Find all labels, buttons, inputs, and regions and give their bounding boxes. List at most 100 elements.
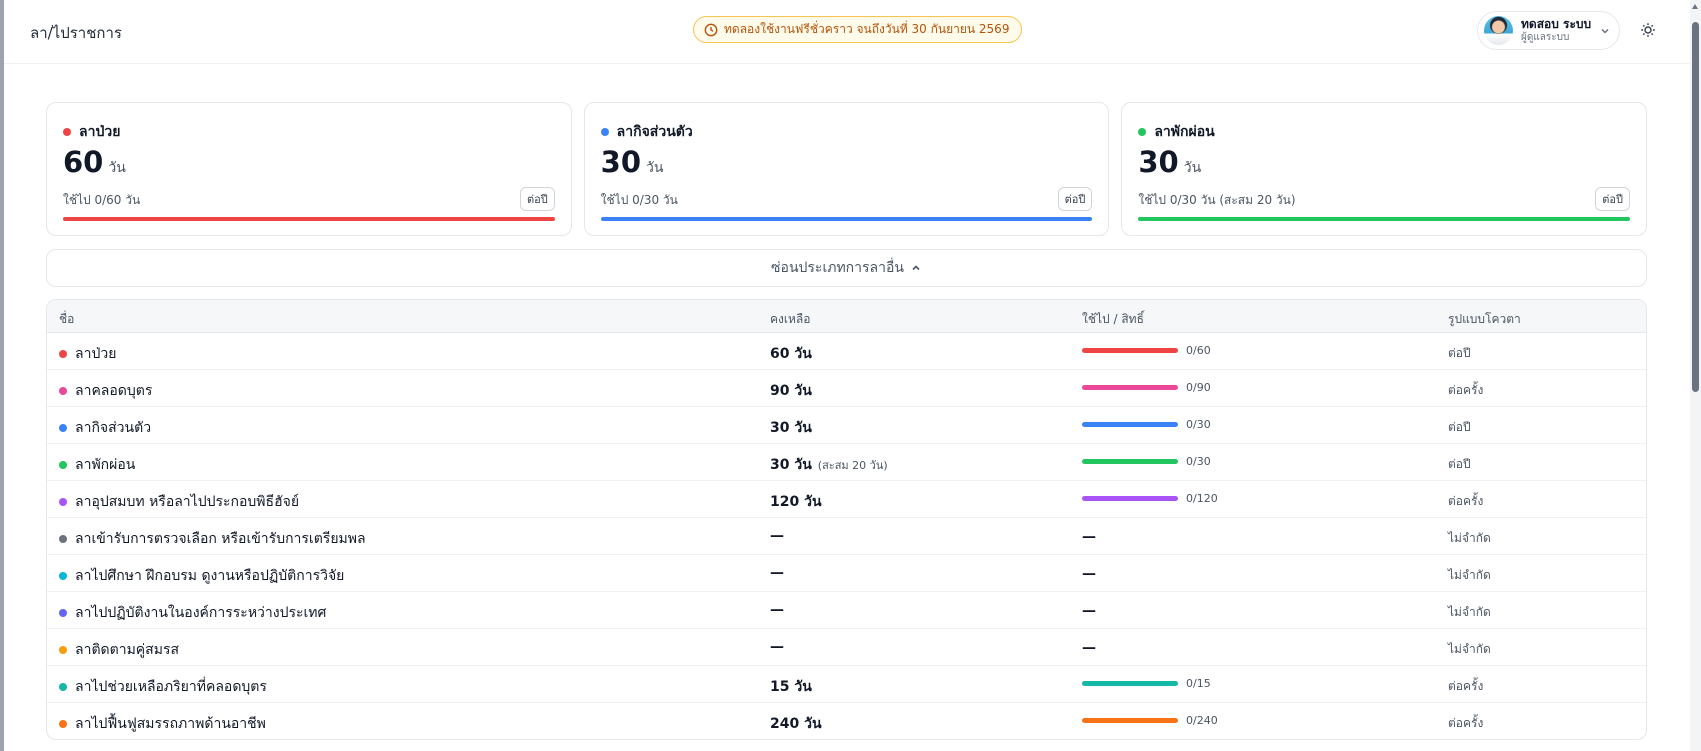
usage-value: 0/120 bbox=[1186, 492, 1218, 505]
table-row[interactable]: ลากิจส่วนตัว 30 วัน 0/30 ต่อปี bbox=[47, 407, 1646, 444]
header-usage: ใช้ไป / สิทธิ์ bbox=[1082, 312, 1144, 326]
scroll-up-arrow[interactable] bbox=[1692, 4, 1698, 9]
table-row[interactable]: ลาไปปฏิบัติงานในองค์การระหว่างประเทศ — —… bbox=[47, 592, 1646, 629]
usage-value: 0/15 bbox=[1186, 677, 1211, 690]
header-remaining: คงเหลือ bbox=[770, 312, 811, 326]
user-menu-button[interactable]: ทดสอบ ระบบ ผู้ดูแลระบบ bbox=[1477, 11, 1620, 50]
user-role: ผู้ดูแลระบบ bbox=[1521, 31, 1570, 43]
chevron-down-icon bbox=[1601, 28, 1609, 34]
remaining-value: 120 วัน bbox=[770, 494, 822, 510]
leave-type-name: ลาพักผ่อน bbox=[75, 457, 136, 473]
table-row[interactable]: ลาพักผ่อน 30 วัน (สะสม 20 วัน) 0/30 ต่อปี bbox=[47, 444, 1646, 481]
leave-card-unit: วัน bbox=[108, 160, 126, 176]
usage-value: 0/240 bbox=[1186, 714, 1218, 727]
leave-card-name: ลากิจส่วนตัว bbox=[616, 124, 693, 140]
leave-card-value: 30 bbox=[1138, 145, 1179, 179]
leave-card: ลาพักผ่อน 30 วัน ใช้ไป 0/30 วัน (สะสม 20… bbox=[1121, 102, 1648, 236]
usage-value: 0/60 bbox=[1186, 344, 1211, 357]
leave-color-dot bbox=[59, 535, 67, 543]
leave-type-name: ลาไปช่วยเหลือภริยาที่คลอดบุตร bbox=[75, 679, 267, 695]
leave-types-table: ชื่อ คงเหลือ ใช้ไป / สิทธิ์ รูปแบบโควตา … bbox=[46, 299, 1647, 740]
leave-card: ลากิจส่วนตัว 30 วัน ใช้ไป 0/30 วัน ต่อปี bbox=[583, 102, 1110, 236]
chevron-up-icon bbox=[912, 265, 920, 271]
table-row[interactable]: ลาคลอดบุตร 90 วัน 0/90 ต่อครั้ง bbox=[47, 370, 1646, 407]
window-left-edge bbox=[0, 0, 4, 751]
quota-type: ไม่จำกัด bbox=[1448, 642, 1491, 656]
quota-type: ต่อครั้ง bbox=[1448, 679, 1484, 693]
quota-type: ต่อครั้ง bbox=[1448, 494, 1484, 508]
usage-value: 0/90 bbox=[1186, 381, 1211, 394]
quota-badge: ต่อปี bbox=[1057, 187, 1093, 211]
leave-type-name: ลาไปฟื้นฟูสมรรถภาพด้านอาชีพ bbox=[75, 716, 266, 732]
table-row[interactable]: ลาเข้ารับการตรวจเลือก หรือเข้ารับการเตรี… bbox=[47, 518, 1646, 555]
remaining-value: 240 วัน bbox=[770, 716, 822, 732]
quota-type: ต่อครั้ง bbox=[1448, 716, 1484, 730]
leave-color-dot bbox=[59, 572, 67, 580]
usage-bar bbox=[1082, 348, 1178, 353]
table-row[interactable]: ลาติดตามคู่สมรส — — ไม่จำกัด bbox=[47, 629, 1646, 666]
leave-card-progress-bar bbox=[1138, 217, 1631, 221]
leave-card-unit: วัน bbox=[646, 160, 664, 176]
leave-card-used: ใช้ไป 0/60 วัน bbox=[63, 193, 141, 207]
leave-card-name: ลาพักผ่อน bbox=[1154, 124, 1215, 140]
leave-summary-cards: ลาป่วย 60 วัน ใช้ไป 0/60 วัน ต่อปี ลากิจ… bbox=[46, 102, 1648, 236]
leave-color-dot bbox=[59, 424, 67, 432]
quota-badge: ต่อปี bbox=[1595, 187, 1631, 211]
leave-card-progress-bar bbox=[600, 217, 1093, 221]
usage-value: 0/30 bbox=[1186, 418, 1211, 431]
leave-card-unit: วัน bbox=[1183, 160, 1202, 176]
usage-value: 0/30 bbox=[1186, 455, 1211, 468]
page-title: ลา/ไปราชการ bbox=[30, 24, 122, 42]
table-header: ชื่อ คงเหลือ ใช้ไป / สิทธิ์ รูปแบบโควตา bbox=[47, 300, 1646, 333]
top-bar: ลา/ไปราชการ ทดลองใช้งานฟรีชั่วคราว จนถึง… bbox=[4, 0, 1690, 64]
hide-other-leave-types-button[interactable]: ซ่อนประเภทการลาอื่น bbox=[46, 249, 1647, 287]
leave-card-value: 60 bbox=[63, 145, 104, 179]
table-row[interactable]: ลาไปฟื้นฟูสมรรถภาพด้านอาชีพ 240 วัน 0/24… bbox=[47, 703, 1646, 739]
leave-type-name: ลาอุปสมบท หรือลาไปประกอบพิธีฮัจย์ bbox=[75, 494, 300, 510]
toggle-label: ซ่อนประเภทการลาอื่น bbox=[771, 260, 904, 276]
quota-type: ไม่จำกัด bbox=[1448, 568, 1491, 582]
usage-bar bbox=[1082, 681, 1178, 686]
leave-color-dot bbox=[59, 461, 67, 469]
user-name: ทดสอบ ระบบ bbox=[1521, 16, 1592, 31]
leave-type-name: ลาคลอดบุตร bbox=[75, 383, 153, 399]
usage-value: — bbox=[1082, 529, 1096, 545]
table-row[interactable]: ลาป่วย 60 วัน 0/60 ต่อปี bbox=[47, 333, 1646, 370]
table-row[interactable]: ลาอุปสมบท หรือลาไปประกอบพิธีฮัจย์ 120 วั… bbox=[47, 481, 1646, 518]
remaining-value: 30 วัน bbox=[770, 420, 812, 436]
quota-type: ไม่จำกัด bbox=[1448, 531, 1491, 545]
scrollbar-thumb[interactable] bbox=[1692, 22, 1699, 392]
leave-color-dot bbox=[63, 128, 71, 136]
quota-type: ต่อปี bbox=[1448, 457, 1471, 471]
leave-color-dot bbox=[59, 387, 67, 395]
remaining-value: — bbox=[770, 565, 784, 581]
leave-color-dot bbox=[59, 720, 67, 728]
clock-icon bbox=[704, 23, 718, 36]
remaining-value: 30 วัน bbox=[770, 457, 812, 473]
header-quota: รูปแบบโควตา bbox=[1448, 312, 1521, 326]
usage-value: — bbox=[1082, 566, 1096, 582]
quota-badge: ต่อปี bbox=[519, 187, 555, 211]
leave-card-progress-bar bbox=[63, 217, 555, 221]
leave-card-value: 30 bbox=[600, 145, 642, 179]
leave-color-dot bbox=[59, 683, 67, 691]
table-row[interactable]: ลาไปศึกษา ฝึกอบรม ดูงานหรือปฏิบัติการวิจ… bbox=[47, 555, 1646, 592]
leave-type-name: ลาเข้ารับการตรวจเลือก หรือเข้ารับการเตรี… bbox=[75, 531, 366, 547]
leave-card-used: ใช้ไป 0/30 วัน (สะสม 20 วัน) bbox=[1138, 193, 1296, 207]
sun-icon[interactable] bbox=[1639, 21, 1657, 39]
remaining-value: — bbox=[770, 639, 784, 655]
accumulated-note: (สะสม 20 วัน) bbox=[817, 459, 888, 472]
leave-color-dot bbox=[1138, 128, 1147, 136]
remaining-value: — bbox=[770, 528, 784, 544]
trial-text: ทดลองใช้งานฟรีชั่วคราว จนถึงวันที่ 30 กั… bbox=[724, 22, 1010, 36]
scrollbar[interactable] bbox=[1690, 0, 1701, 751]
remaining-value: 90 วัน bbox=[770, 383, 812, 399]
table-body: ลาป่วย 60 วัน 0/60 ต่อปี ลาคลอดบุตร 90 ว… bbox=[47, 333, 1646, 739]
avatar bbox=[1484, 16, 1513, 45]
table-row[interactable]: ลาไปช่วยเหลือภริยาที่คลอดบุตร 15 วัน 0/1… bbox=[47, 666, 1646, 703]
leave-color-dot bbox=[59, 498, 67, 506]
leave-color-dot bbox=[59, 646, 67, 654]
usage-bar bbox=[1082, 422, 1178, 427]
usage-bar bbox=[1082, 459, 1178, 464]
leave-card: ลาป่วย 60 วัน ใช้ไป 0/60 วัน ต่อปี bbox=[46, 102, 572, 236]
